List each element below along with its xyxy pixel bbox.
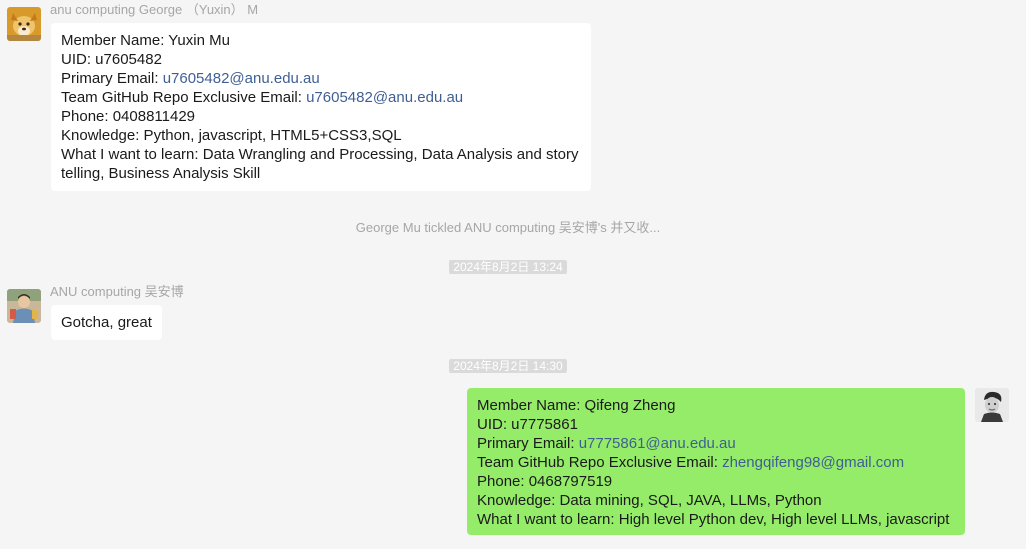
timestamp: 2024年8月2日 13:24 <box>449 260 567 274</box>
message-line: Phone: 0468797519 <box>477 473 613 490</box>
message-line-primary-email: Primary Email: u7605482@anu.edu.au <box>61 69 581 88</box>
email-link[interactable]: u7775861@anu.edu.au <box>579 435 736 452</box>
message-line: UID: u7775861 <box>477 416 578 433</box>
message-bubble-self[interactable]: Member Name: Qifeng Zheng UID: u7775861 … <box>467 388 965 535</box>
message-bubble[interactable]: Gotcha, great <box>51 305 162 340</box>
message-line: Knowledge: Data mining, SQL, JAVA, LLMs,… <box>477 492 822 509</box>
message-line-primary-email: Primary Email: u7775861@anu.edu.au <box>477 434 955 453</box>
message-line: Member Name: Qifeng Zheng <box>477 397 676 414</box>
email-link[interactable]: u7605482@anu.edu.au <box>306 89 463 106</box>
label: Team GitHub Repo Exclusive Email: <box>61 89 307 106</box>
message-line: Member Name: Yuxin Mu <box>61 32 230 49</box>
label: Team GitHub Repo Exclusive Email: <box>477 454 723 471</box>
timestamp-row: 2024年8月2日 14:30 <box>0 357 1016 375</box>
self-portrait-avatar-icon <box>975 388 1009 422</box>
email-link[interactable]: zhengqifeng98@gmail.com <box>722 454 904 471</box>
sender-name: ANU computing 吴安博 <box>50 284 184 299</box>
sender-name: anu computing George （Yuxin） M <box>50 2 259 17</box>
avatar-anu-computing[interactable] <box>7 289 41 323</box>
timestamp: 2024年8月2日 14:30 <box>449 359 567 373</box>
system-notice: George Mu tickled ANU computing 吴安博's 并又… <box>355 220 661 235</box>
message-line: What I want to learn: Data Wrangling and… <box>61 146 579 182</box>
message-line-github-email: Team GitHub Repo Exclusive Email: u76054… <box>61 88 581 107</box>
message-bubble[interactable]: Member Name: Yuxin Mu UID: u7605482 Prim… <box>51 23 591 191</box>
email-link[interactable]: u7605482@anu.edu.au <box>163 70 320 87</box>
message-line: Knowledge: Python, javascript, HTML5+CSS… <box>61 127 402 144</box>
message-line: Phone: 0408811429 <box>61 108 196 125</box>
message-line-github-email: Team GitHub Repo Exclusive Email: zhengq… <box>477 453 955 472</box>
label: Primary Email: <box>61 70 163 87</box>
shiba-dog-avatar-icon <box>7 7 41 41</box>
person-photo-avatar-icon <box>7 289 41 323</box>
timestamp-row: 2024年8月2日 13:24 <box>0 258 1016 276</box>
message-line: UID: u7605482 <box>61 51 162 68</box>
avatar-self[interactable] <box>975 388 1009 422</box>
label: Primary Email: <box>477 435 579 452</box>
message-line: What I want to learn: High level Python … <box>477 511 950 528</box>
avatar-george[interactable] <box>7 7 41 41</box>
message-text: Gotcha, great <box>61 314 152 331</box>
